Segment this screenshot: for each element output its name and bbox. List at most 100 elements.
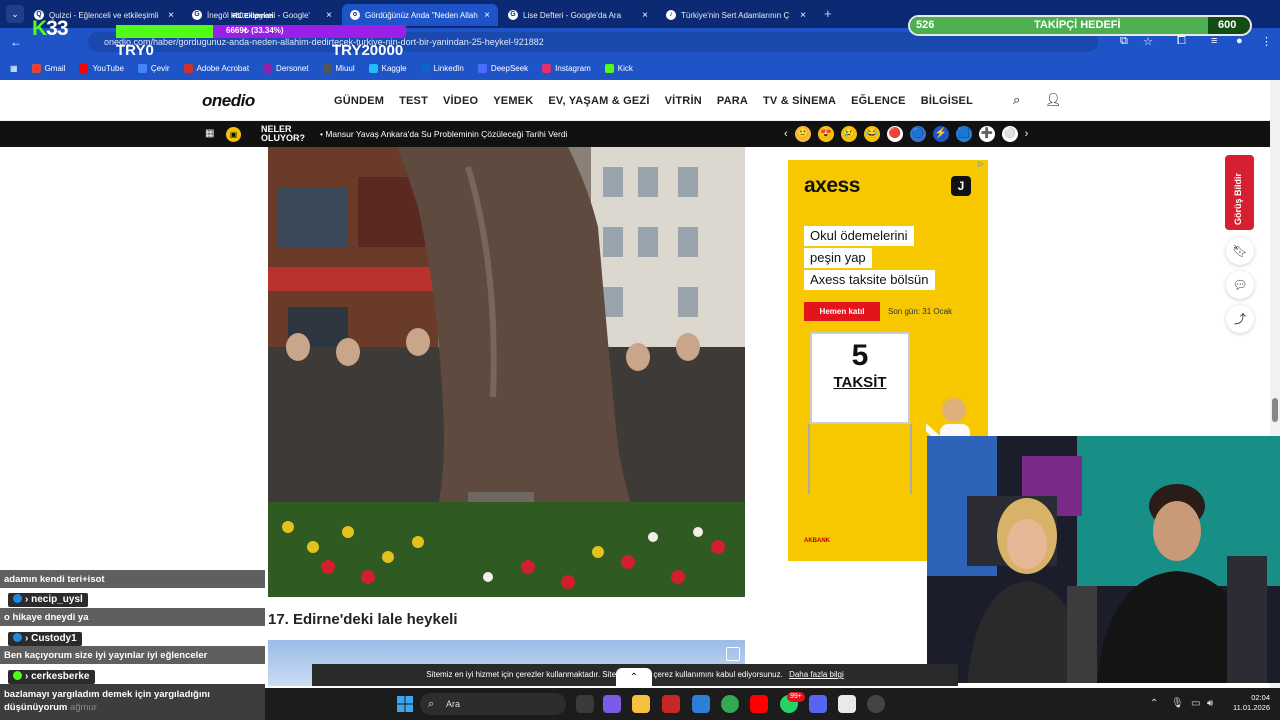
microphone-icon[interactable]: 🎙︎ (1171, 698, 1184, 709)
bookmark-favicon-icon (322, 63, 332, 73)
bookmark-item[interactable]: Dersonet (263, 63, 309, 73)
bookmark-item[interactable]: YouTube (79, 63, 124, 73)
nav-item[interactable]: YEMEK (493, 95, 533, 107)
extensions-icon[interactable]: ⧠ (1177, 35, 1186, 48)
taskbar-clock[interactable]: 02:04 11.01.2026 (1226, 693, 1270, 713)
close-tab-icon[interactable]: × (326, 10, 332, 21)
windows-taskbar (265, 688, 1280, 720)
bookmark-item[interactable]: Kick (604, 63, 633, 73)
file-explorer-icon[interactable] (632, 695, 650, 713)
nav-item[interactable]: EĞLENCE (851, 95, 906, 107)
nav-item[interactable]: PARA (717, 95, 748, 107)
discord-icon[interactable] (809, 695, 827, 713)
reaction-emoji-icon[interactable]: 🔴 (886, 126, 903, 142)
main-nav: GÜNDEM TEST VİDEO YEMEK EV, YAŞAM & GEZİ VİTR… (334, 95, 973, 107)
chat-message: bazlamayı yargıladım demek için yargılad… (0, 684, 265, 720)
apps-grid-icon[interactable]: ▦ (10, 64, 18, 73)
reaction-emoji-icon[interactable]: 🟦 (955, 126, 972, 142)
comments-icon[interactable]: 💬︎ (1226, 271, 1254, 299)
task-view-icon[interactable] (576, 695, 594, 713)
category-grid-icon[interactable]: ▦ (205, 128, 214, 139)
reaction-row: ‹ 🙂 😍 😢 😂 🔴 🔵 ⚡ 🟦 ➕ ⚪ › (784, 126, 1028, 142)
news-subbar: ▦ ▣ NELER OLUYOR? • Mansur Yavaş Ankara'd… (0, 121, 1270, 147)
neler-oluyor-label[interactable]: NELER OLUYOR? (261, 125, 305, 143)
goal-start-value: TRY0 (116, 42, 154, 59)
browser-tab[interactable]: o Gördüğünüz Anda "Neden Allah × (342, 4, 498, 26)
reaction-emoji-icon[interactable]: 🙂 (794, 126, 811, 142)
ad-line-3: Axess taksite bölsün (804, 270, 935, 290)
follower-goal-target: 600 (1218, 19, 1237, 31)
ad-board-stand (808, 424, 912, 494)
bookmark-item[interactable]: DeepSeek (477, 63, 528, 73)
bookmark-item[interactable]: Çevir (137, 63, 170, 73)
close-tab-icon[interactable]: × (484, 10, 490, 21)
scrollbar-thumb[interactable] (1272, 398, 1278, 422)
news-badge-icon[interactable]: ▣ (226, 127, 241, 142)
nav-item[interactable]: VİTRİN (665, 95, 702, 107)
adchoices-icon[interactable]: ▷ (978, 160, 983, 168)
cookie-more-link[interactable]: Daha fazla bilgi (789, 670, 844, 679)
reaction-emoji-icon[interactable]: 😢 (840, 126, 857, 142)
feedback-button[interactable]: Görüş Bildir (1225, 155, 1254, 230)
close-tab-icon[interactable]: × (642, 10, 648, 21)
user-icon[interactable]: 👤︎ (1045, 92, 1062, 108)
volume-icon[interactable]: 🔊︎ (1207, 698, 1213, 709)
next-chevron-icon[interactable]: › (1025, 128, 1029, 140)
back-arrow-icon[interactable]: ← (10, 35, 22, 49)
nav-item[interactable]: GÜNDEM (334, 95, 384, 107)
taskbar-search-input[interactable]: ⌕ Ara (420, 693, 566, 715)
profile-avatar-icon[interactable]: ● (1236, 35, 1243, 47)
expand-icon[interactable] (726, 647, 740, 661)
onedio-logo[interactable]: onedio (202, 91, 255, 111)
reaction-emoji-icon[interactable]: ⚡ (932, 126, 949, 142)
bookmark-item[interactable]: LinkedIn (420, 63, 464, 73)
reaction-emoji-icon[interactable]: 🔵 (909, 126, 926, 142)
bookmark-item[interactable]: Miuul (322, 63, 355, 73)
reaction-emoji-icon[interactable]: 😂 (863, 126, 880, 142)
article-heading: 17. Edirne'deki lale heykeli (268, 611, 458, 628)
bookmark-item[interactable]: Gmail (31, 63, 65, 73)
news-app-icon[interactable] (662, 695, 680, 713)
new-tab-plus-icon[interactable]: + (824, 6, 832, 21)
news-ticker[interactable]: • Mansur Yavaş Ankara'da Su Probleminin … (320, 129, 567, 139)
bookmark-item[interactable]: Instagram (542, 63, 591, 73)
menu-dots-icon[interactable]: ⋮ (1261, 35, 1272, 48)
youtube-icon[interactable] (750, 695, 768, 713)
prev-chevron-icon[interactable]: ‹ (784, 128, 788, 140)
nav-item[interactable]: VİDEO (443, 95, 478, 107)
bookmark-favicon-icon (368, 63, 378, 73)
nav-item[interactable]: TEST (399, 95, 428, 107)
donation-goal-bar: 6669₺ (33.34%) (116, 25, 406, 38)
close-tab-icon[interactable]: × (168, 10, 174, 21)
obs-icon[interactable] (867, 695, 885, 713)
search-icon[interactable]: ⌕ (1013, 92, 1020, 108)
reaction-emoji-icon[interactable]: ⚪ (1001, 126, 1018, 142)
reaction-emoji-icon[interactable]: ➕ (978, 126, 995, 142)
tray-chevron-icon[interactable]: ⌃ (1150, 698, 1158, 709)
tab-search-chevron-icon[interactable]: ⌄ (6, 5, 24, 23)
reaction-emoji-icon[interactable]: 😍 (817, 126, 834, 142)
bookmark-item[interactable]: Kaggle (368, 63, 407, 73)
windows-start-icon[interactable] (397, 696, 413, 712)
reading-list-icon[interactable]: ≡ (1211, 35, 1217, 47)
tab-title: Türkiye'nin Sert Adamlarının Ç (681, 10, 790, 20)
chrome-icon[interactable] (721, 695, 739, 713)
install-icon[interactable]: ⧉ (1120, 35, 1128, 48)
bookmark-star-icon[interactable]: ☆ (1143, 35, 1153, 48)
cookie-collapse-chevron-icon[interactable]: ⌃ (616, 668, 652, 688)
nav-item[interactable]: TV & SİNEMA (763, 95, 836, 107)
browser-tab[interactable]: ♪ Türkiye'nin Sert Adamlarının Ç × (658, 4, 814, 26)
close-tab-icon[interactable]: × (800, 10, 806, 21)
nav-item[interactable]: EV, YAŞAM & GEZİ (548, 95, 649, 107)
capcut-icon[interactable] (838, 695, 856, 713)
browser-tab[interactable]: G Lise Defteri - Google'da Ara × (500, 4, 656, 26)
bookmark-favicon-icon (604, 63, 614, 73)
ad-join-button[interactable]: Hemen katıl (804, 302, 880, 321)
copilot-icon[interactable] (603, 695, 621, 713)
share-icon[interactable]: ⤴ (1226, 305, 1254, 333)
bookmark-add-icon[interactable]: 🔖︎ (1226, 237, 1254, 265)
store-icon[interactable] (692, 695, 710, 713)
nav-item[interactable]: BİLGİSEL (921, 95, 973, 107)
bookmark-item[interactable]: Adobe Acrobat (183, 63, 249, 73)
network-icon[interactable]: ▭ (1191, 698, 1200, 709)
